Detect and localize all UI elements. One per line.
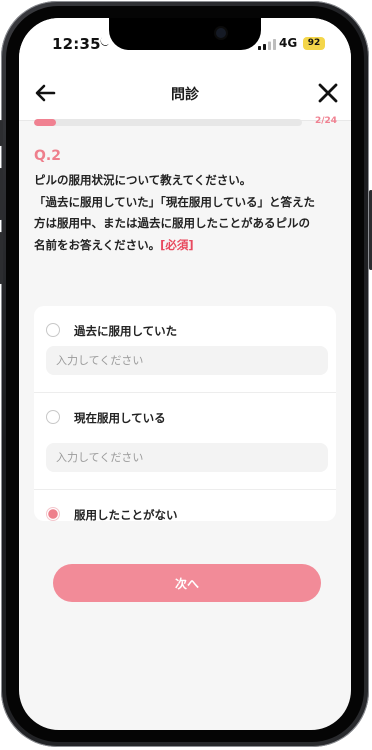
volume-down-button xyxy=(0,232,3,284)
signal-bars-icon xyxy=(258,39,276,50)
current-pill-name-input[interactable] xyxy=(46,443,328,472)
progress-counter: 2/24 xyxy=(315,116,338,126)
radio-button-selected[interactable] xyxy=(46,507,60,521)
progress-bar-fill xyxy=(34,119,57,126)
status-bar: 12:35 4G 92 xyxy=(19,18,351,68)
radio-button[interactable] xyxy=(46,323,60,337)
radio-button[interactable] xyxy=(46,410,60,424)
progress-bar xyxy=(34,119,302,126)
dynamic-notch xyxy=(109,18,261,50)
page-title: 問診 xyxy=(171,87,199,103)
mute-switch xyxy=(0,120,3,146)
options-card: 過去に服用していた 現在服用している 服用したことがない xyxy=(34,306,336,522)
battery-indicator: 92 xyxy=(303,37,325,50)
required-badge: [必須] xyxy=(160,237,194,252)
option-current-use[interactable]: 現在服用している xyxy=(34,393,336,489)
question-line: 「過去に服用していた」「現在服用している」と答えた xyxy=(34,194,316,209)
option-label: 服用したことがない xyxy=(74,508,178,522)
question-line: ピルの服用状況について教えてください。 xyxy=(34,173,252,187)
close-icon[interactable] xyxy=(317,82,339,104)
next-button[interactable]: 次へ xyxy=(53,564,321,602)
nav-header: 問診 xyxy=(19,68,351,121)
front-camera-icon xyxy=(216,28,226,38)
option-past-use[interactable]: 過去に服用していた xyxy=(34,306,336,392)
status-time: 12:35 xyxy=(52,35,101,53)
question-line: 方は服用中、または過去に服用したことがあるピルの xyxy=(34,216,310,230)
option-never-used[interactable]: 服用したことがない xyxy=(34,490,336,522)
question-line-text: 名前をお答えください。 xyxy=(34,237,161,252)
network-type: 4G xyxy=(279,36,298,50)
question-text: ピルの服用状況について教えてください。 「過去に服用していた」「現在服用している… xyxy=(34,170,342,256)
volume-up-button xyxy=(0,168,3,220)
app-screen: 12:35 4G 92 問診 2/24 Q.2 ピルの服用状況について教えてくだ… xyxy=(19,18,351,730)
past-pill-name-input[interactable] xyxy=(46,346,328,375)
option-label: 現在服用している xyxy=(74,411,166,425)
option-label: 過去に服用していた xyxy=(74,324,178,338)
question-number: Q.2 xyxy=(34,148,61,164)
moon-icon xyxy=(100,37,109,46)
question-line: 名前をお答えください。[必須] xyxy=(34,235,342,257)
